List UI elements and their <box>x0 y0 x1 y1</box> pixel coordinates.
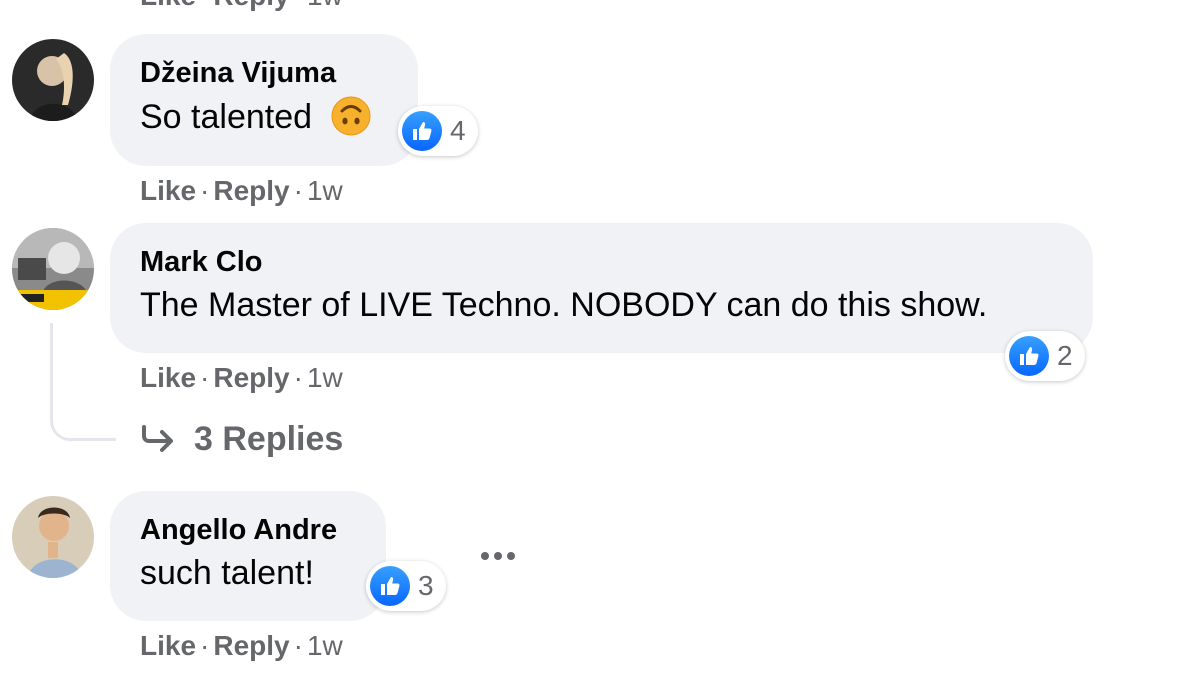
like-link[interactable]: Like <box>140 175 196 206</box>
reply-link[interactable]: Reply <box>213 175 289 206</box>
reply-link[interactable]: Reply <box>213 0 289 11</box>
reaction-badge[interactable]: 3 <box>366 561 446 611</box>
comment-text: such talent! <box>140 554 314 592</box>
comments-section: Like·Reply·1w Džeina Vijuma So talented … <box>0 0 1200 675</box>
comment-text: The Master of LIVE Techno. NOBODY can do… <box>140 286 988 324</box>
like-icon <box>1009 336 1049 376</box>
reaction-badge[interactable]: 4 <box>398 106 478 156</box>
reply-arrow-icon <box>142 425 173 452</box>
comment-author[interactable]: Mark Clo <box>140 245 1063 279</box>
reply-link[interactable]: Reply <box>213 362 289 393</box>
comment-author[interactable]: Džeina Vijuma <box>140 56 388 90</box>
comment-bubble: Džeina Vijuma So talented <box>110 34 418 166</box>
comment-author[interactable]: Angello Andre <box>140 513 356 547</box>
avatar[interactable] <box>12 496 94 578</box>
like-link[interactable]: Like <box>140 630 196 661</box>
comment-actions: Like · Reply · 1w <box>140 630 343 661</box>
like-link[interactable]: Like <box>140 0 196 11</box>
previous-comment-actions: Like·Reply·1w <box>140 0 343 12</box>
avatar[interactable] <box>12 228 94 310</box>
thread-connector <box>50 323 116 441</box>
avatar[interactable] <box>12 39 94 121</box>
comment-bubble: Mark Clo The Master of LIVE Techno. NOBO… <box>110 223 1093 353</box>
timestamp[interactable]: 1w <box>307 0 343 11</box>
reaction-count: 2 <box>1057 340 1073 371</box>
like-icon <box>370 566 410 606</box>
reaction-count: 3 <box>418 570 434 601</box>
timestamp[interactable]: 1w <box>307 630 343 661</box>
like-link[interactable]: Like <box>140 362 196 393</box>
reaction-count: 4 <box>450 115 466 146</box>
comment-actions: Like · Reply · 1w <box>140 175 343 206</box>
upside-down-face-icon <box>331 96 371 136</box>
reaction-badge[interactable]: 2 <box>1005 331 1085 381</box>
replies-label[interactable]: 3 Replies <box>194 420 343 459</box>
comment-text: So talented <box>140 96 388 137</box>
comment-bubble: Angello Andre such talent! <box>110 491 386 621</box>
comment-actions: Like · Reply · 1w <box>140 362 343 393</box>
like-icon <box>402 111 442 151</box>
timestamp[interactable]: 1w <box>307 362 343 393</box>
view-replies-button[interactable]: 3 Replies <box>140 418 343 460</box>
reply-link[interactable]: Reply <box>213 630 289 661</box>
timestamp[interactable]: 1w <box>307 175 343 206</box>
more-options-icon <box>481 552 515 560</box>
more-options-button[interactable] <box>470 536 526 576</box>
